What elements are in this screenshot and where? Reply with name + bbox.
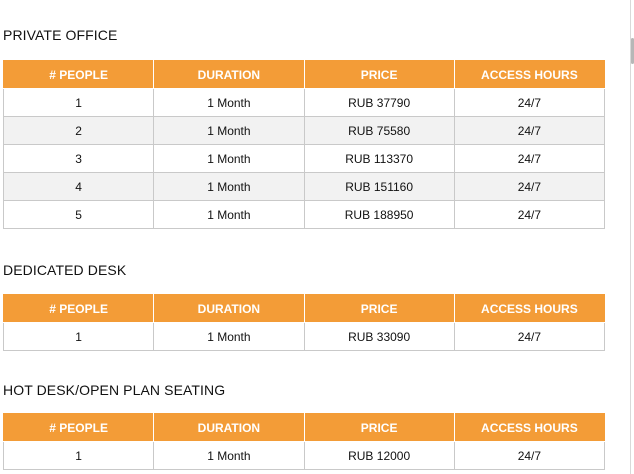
cell-duration: 1 Month bbox=[153, 172, 305, 201]
section-title-dedicated-desk: DEDICATED DESK bbox=[3, 262, 127, 278]
cell-duration: 1 Month bbox=[153, 88, 305, 117]
section-title-private-office: PRIVATE OFFICE bbox=[3, 27, 118, 43]
cell-access-hours: 24/7 bbox=[453, 116, 606, 145]
table-row: 2 1 Month RUB 75580 24/7 bbox=[2, 116, 606, 145]
cell-access-hours: 24/7 bbox=[453, 88, 606, 117]
column-header-price: PRICE bbox=[303, 294, 455, 323]
column-header-duration: DURATION bbox=[153, 413, 305, 442]
cell-access-hours: 24/7 bbox=[453, 441, 606, 470]
column-header-access-hours: ACCESS HOURS bbox=[453, 60, 606, 89]
column-header-access-hours: ACCESS HOURS bbox=[453, 294, 606, 323]
hot-desk-table: # PEOPLE DURATION PRICE ACCESS HOURS 1 1… bbox=[2, 413, 606, 470]
cell-people: 1 bbox=[2, 322, 155, 351]
cell-price: RUB 12000 bbox=[303, 441, 455, 470]
cell-price: RUB 75580 bbox=[303, 116, 455, 145]
column-header-people: # PEOPLE bbox=[2, 60, 155, 89]
cell-people: 4 bbox=[2, 172, 155, 201]
cell-duration: 1 Month bbox=[153, 116, 305, 145]
column-header-access-hours: ACCESS HOURS bbox=[453, 413, 606, 442]
table-row: 3 1 Month RUB 113370 24/7 bbox=[2, 144, 606, 173]
table-row: 1 1 Month RUB 37790 24/7 bbox=[2, 88, 606, 117]
cell-people: 3 bbox=[2, 144, 155, 173]
column-header-duration: DURATION bbox=[153, 60, 305, 89]
cell-people: 5 bbox=[2, 200, 155, 229]
cell-duration: 1 Month bbox=[153, 144, 305, 173]
table-row: 1 1 Month RUB 12000 24/7 bbox=[2, 441, 606, 470]
table-header-row: # PEOPLE DURATION PRICE ACCESS HOURS bbox=[2, 294, 606, 323]
dedicated-desk-table: # PEOPLE DURATION PRICE ACCESS HOURS 1 1… bbox=[2, 294, 606, 351]
table-header-row: # PEOPLE DURATION PRICE ACCESS HOURS bbox=[2, 413, 606, 442]
cell-access-hours: 24/7 bbox=[453, 144, 606, 173]
column-header-duration: DURATION bbox=[153, 294, 305, 323]
cell-duration: 1 Month bbox=[153, 441, 305, 470]
table-header-row: # PEOPLE DURATION PRICE ACCESS HOURS bbox=[2, 60, 606, 89]
cell-price: RUB 151160 bbox=[303, 172, 455, 201]
cell-access-hours: 24/7 bbox=[453, 322, 606, 351]
cell-duration: 1 Month bbox=[153, 200, 305, 229]
table-row: 4 1 Month RUB 151160 24/7 bbox=[2, 172, 606, 201]
column-header-people: # PEOPLE bbox=[2, 294, 155, 323]
cell-duration: 1 Month bbox=[153, 322, 305, 351]
cell-price: RUB 188950 bbox=[303, 200, 455, 229]
cell-access-hours: 24/7 bbox=[453, 172, 606, 201]
cell-price: RUB 113370 bbox=[303, 144, 455, 173]
column-header-people: # PEOPLE bbox=[2, 413, 155, 442]
cell-people: 1 bbox=[2, 441, 155, 470]
private-office-table: # PEOPLE DURATION PRICE ACCESS HOURS 1 1… bbox=[2, 60, 606, 229]
table-row: 5 1 Month RUB 188950 24/7 bbox=[2, 200, 606, 229]
column-header-price: PRICE bbox=[303, 60, 455, 89]
table-row: 1 1 Month RUB 33090 24/7 bbox=[2, 322, 606, 351]
column-header-price: PRICE bbox=[303, 413, 455, 442]
cell-price: RUB 33090 bbox=[303, 322, 455, 351]
page-right-edge bbox=[630, 0, 631, 474]
cell-people: 1 bbox=[2, 88, 155, 117]
cell-people: 2 bbox=[2, 116, 155, 145]
cell-price: RUB 37790 bbox=[303, 88, 455, 117]
cell-access-hours: 24/7 bbox=[453, 200, 606, 229]
section-title-hot-desk: HOT DESK/OPEN PLAN SEATING bbox=[3, 382, 226, 398]
